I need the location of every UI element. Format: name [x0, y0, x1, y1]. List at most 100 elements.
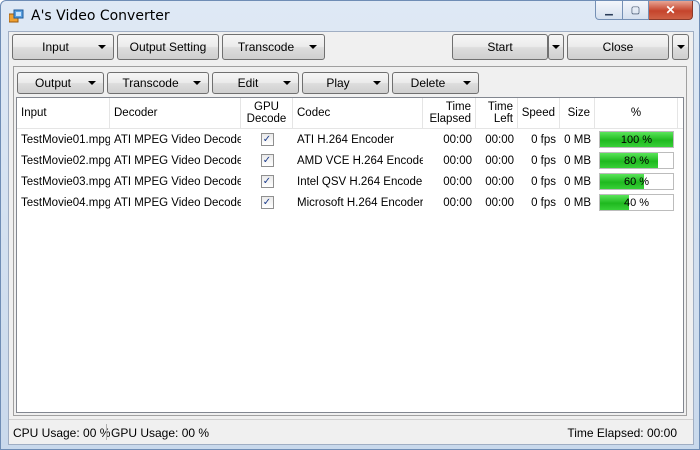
delete-menu-label: Delete	[410, 76, 446, 90]
column-header-decoder[interactable]: Decoder	[110, 98, 241, 128]
chevron-down-icon	[373, 81, 381, 85]
play-menu-button[interactable]: Play	[302, 72, 389, 94]
window-title: A's Video Converter	[31, 8, 170, 24]
time-elapsed-cell: 00:00	[443, 154, 472, 167]
codec-cell: AMD VCE H.264 Encoder	[297, 154, 423, 167]
column-header-codec[interactable]: Codec	[293, 98, 423, 128]
output-menu-button[interactable]: Output	[17, 72, 104, 94]
progress-cell: 60 %	[595, 171, 678, 192]
chevron-down-icon	[676, 45, 685, 49]
status-time-elapsed: Time Elapsed: 00:00	[567, 426, 677, 440]
time-elapsed-cell: 00:00	[443, 175, 472, 188]
gpu-decode-cell: ✓	[241, 171, 293, 192]
progress-bar: 60 %	[599, 173, 674, 190]
speed-cell: 0 fps	[531, 196, 556, 209]
job-transcode-menu-label: Transcode	[122, 76, 179, 90]
edit-menu-button[interactable]: Edit	[212, 72, 299, 94]
output-setting-button[interactable]: Output Setting	[117, 34, 219, 60]
close-button[interactable]: Close	[567, 34, 669, 60]
minimize-icon: ▁	[605, 4, 613, 16]
check-icon: ✓	[262, 196, 272, 208]
edit-menu-label: Edit	[237, 76, 259, 90]
codec-cell: Microsoft H.264 Encoder	[297, 196, 423, 209]
time-elapsed-cell: 00:00	[443, 133, 472, 146]
codec-cell: Intel QSV H.264 Encoder	[297, 175, 423, 188]
start-button[interactable]: Start	[452, 34, 548, 60]
column-header-percent[interactable]: %	[595, 98, 678, 128]
table-row[interactable]: TestMovie03.mpg ATI MPEG Video Decoder ✓ In…	[17, 171, 683, 192]
app-window: A's Video Converter ▁ ▢ ✕ Input Output S…	[0, 0, 700, 450]
size-cell: 0 MB	[564, 133, 591, 146]
progress-bar: 100 %	[599, 131, 674, 148]
column-header-label: Time	[445, 101, 471, 113]
gpu-decode-cell: ✓	[241, 129, 293, 150]
speed-cell: 0 fps	[531, 175, 556, 188]
transcode-menu-button[interactable]: Transcode	[222, 34, 325, 60]
progress-text: 60 %	[623, 175, 650, 188]
close-dropdown-button[interactable]	[672, 34, 689, 60]
job-panel: Output Transcode Edit Play Delete Input …	[13, 66, 687, 416]
maximize-button[interactable]: ▢	[623, 1, 649, 20]
column-header-input[interactable]: Input	[17, 98, 110, 128]
progress-bar: 40 %	[599, 194, 674, 211]
progress-text: 100 %	[620, 133, 653, 146]
time-left-cell: 00:00	[485, 175, 514, 188]
close-icon: ✕	[665, 3, 676, 17]
close-label: Close	[602, 40, 634, 54]
output-setting-label: Output Setting	[129, 40, 207, 54]
check-icon: ✓	[262, 175, 272, 187]
cpu-usage: CPU Usage: 00 %	[13, 426, 111, 440]
column-header-label: Codec	[297, 107, 331, 119]
app-icon	[9, 9, 24, 23]
gpu-decode-checkbox[interactable]: ✓	[260, 133, 274, 146]
gpu-decode-checkbox[interactable]: ✓	[260, 196, 274, 209]
table-row[interactable]: TestMovie02.mpg ATI MPEG Video Decoder ✓ AM…	[17, 150, 683, 171]
column-header-speed[interactable]: Speed	[518, 98, 560, 128]
play-menu-label: Play	[326, 76, 350, 90]
table-row[interactable]: TestMovie04.mpg ATI MPEG Video Decoder ✓ Mi…	[17, 192, 683, 213]
column-header-label: Decoder	[114, 107, 158, 119]
start-dropdown-button[interactable]	[548, 34, 564, 60]
input-cell: TestMovie01.mpg	[21, 133, 110, 146]
chevron-down-icon	[552, 45, 560, 49]
input-menu-label: Input	[42, 40, 69, 54]
chevron-down-icon	[463, 81, 471, 85]
chevron-down-icon	[88, 81, 96, 85]
transcode-menu-label: Transcode	[237, 40, 295, 54]
chevron-down-icon	[309, 45, 317, 49]
input-cell: TestMovie03.mpg	[21, 175, 110, 188]
minimize-button[interactable]: ▁	[595, 1, 623, 20]
progress-bar: 80 %	[599, 152, 674, 169]
time-elapsed-cell: 00:00	[443, 196, 472, 209]
gpu-decode-cell: ✓	[241, 150, 293, 171]
size-cell: 0 MB	[564, 175, 591, 188]
decoder-cell: ATI MPEG Video Decoder	[114, 154, 241, 167]
job-list[interactable]: Input Decoder GPU Decode Codec Time Elap…	[16, 97, 684, 413]
delete-menu-button[interactable]: Delete	[392, 72, 479, 94]
column-header-time-elapsed[interactable]: Time Elapsed	[423, 98, 476, 128]
column-header-time-left[interactable]: Time Left	[476, 98, 518, 128]
client-area: Input Output Setting Transcode Start Clo…	[8, 31, 694, 445]
status-separator	[106, 424, 107, 440]
gpu-usage: GPU Usage: 00 %	[111, 426, 210, 440]
column-header-size[interactable]: Size	[560, 98, 595, 128]
table-row[interactable]: TestMovie01.mpg ATI MPEG Video Decoder ✓ AT…	[17, 129, 683, 150]
decoder-cell: ATI MPEG Video Decoder	[114, 133, 241, 146]
gpu-decode-checkbox[interactable]: ✓	[260, 175, 274, 188]
time-left-cell: 00:00	[485, 133, 514, 146]
check-icon: ✓	[262, 154, 272, 166]
close-window-button[interactable]: ✕	[649, 1, 693, 20]
column-header-gpu-decode[interactable]: GPU Decode	[241, 98, 293, 128]
column-header-label: Time	[487, 101, 513, 113]
gpu-decode-cell: ✓	[241, 192, 293, 213]
title-bar[interactable]: A's Video Converter ▁ ▢ ✕	[1, 1, 699, 31]
column-header-label: Left	[493, 113, 513, 125]
chevron-down-icon	[283, 81, 291, 85]
column-header-label: Elapsed	[429, 113, 471, 125]
gpu-decode-checkbox[interactable]: ✓	[260, 154, 274, 167]
column-header-label: Decode	[246, 113, 287, 125]
start-label: Start	[487, 40, 513, 54]
time-left-cell: 00:00	[485, 196, 514, 209]
job-transcode-menu-button[interactable]: Transcode	[107, 72, 209, 94]
input-menu-button[interactable]: Input	[12, 34, 114, 60]
